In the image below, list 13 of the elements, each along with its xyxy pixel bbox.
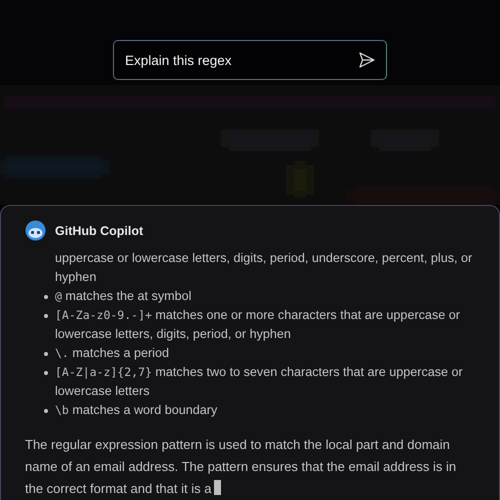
bullet-icon	[44, 352, 48, 356]
list-item-text: @ matches the at symbol	[55, 288, 192, 305]
prompt-field[interactable]: Explain this regex	[113, 40, 387, 80]
list-item-text: \b matches a word boundary	[55, 402, 218, 419]
summary-paragraph: The regular expression pattern is used to match the local part and domain name of an email address. The pattern ensures that the email address is in the correct format and that it is a	[25, 436, 458, 498]
list-item-text: \. matches a period	[55, 345, 169, 362]
send-icon[interactable]	[358, 51, 376, 69]
bullet-icon	[44, 371, 48, 375]
bullet-icon	[44, 409, 48, 413]
bullet-icon	[44, 295, 48, 299]
avatar-icon	[25, 220, 46, 241]
bullet-icon	[44, 314, 48, 318]
author-name: GitHub Copilot	[55, 224, 144, 238]
